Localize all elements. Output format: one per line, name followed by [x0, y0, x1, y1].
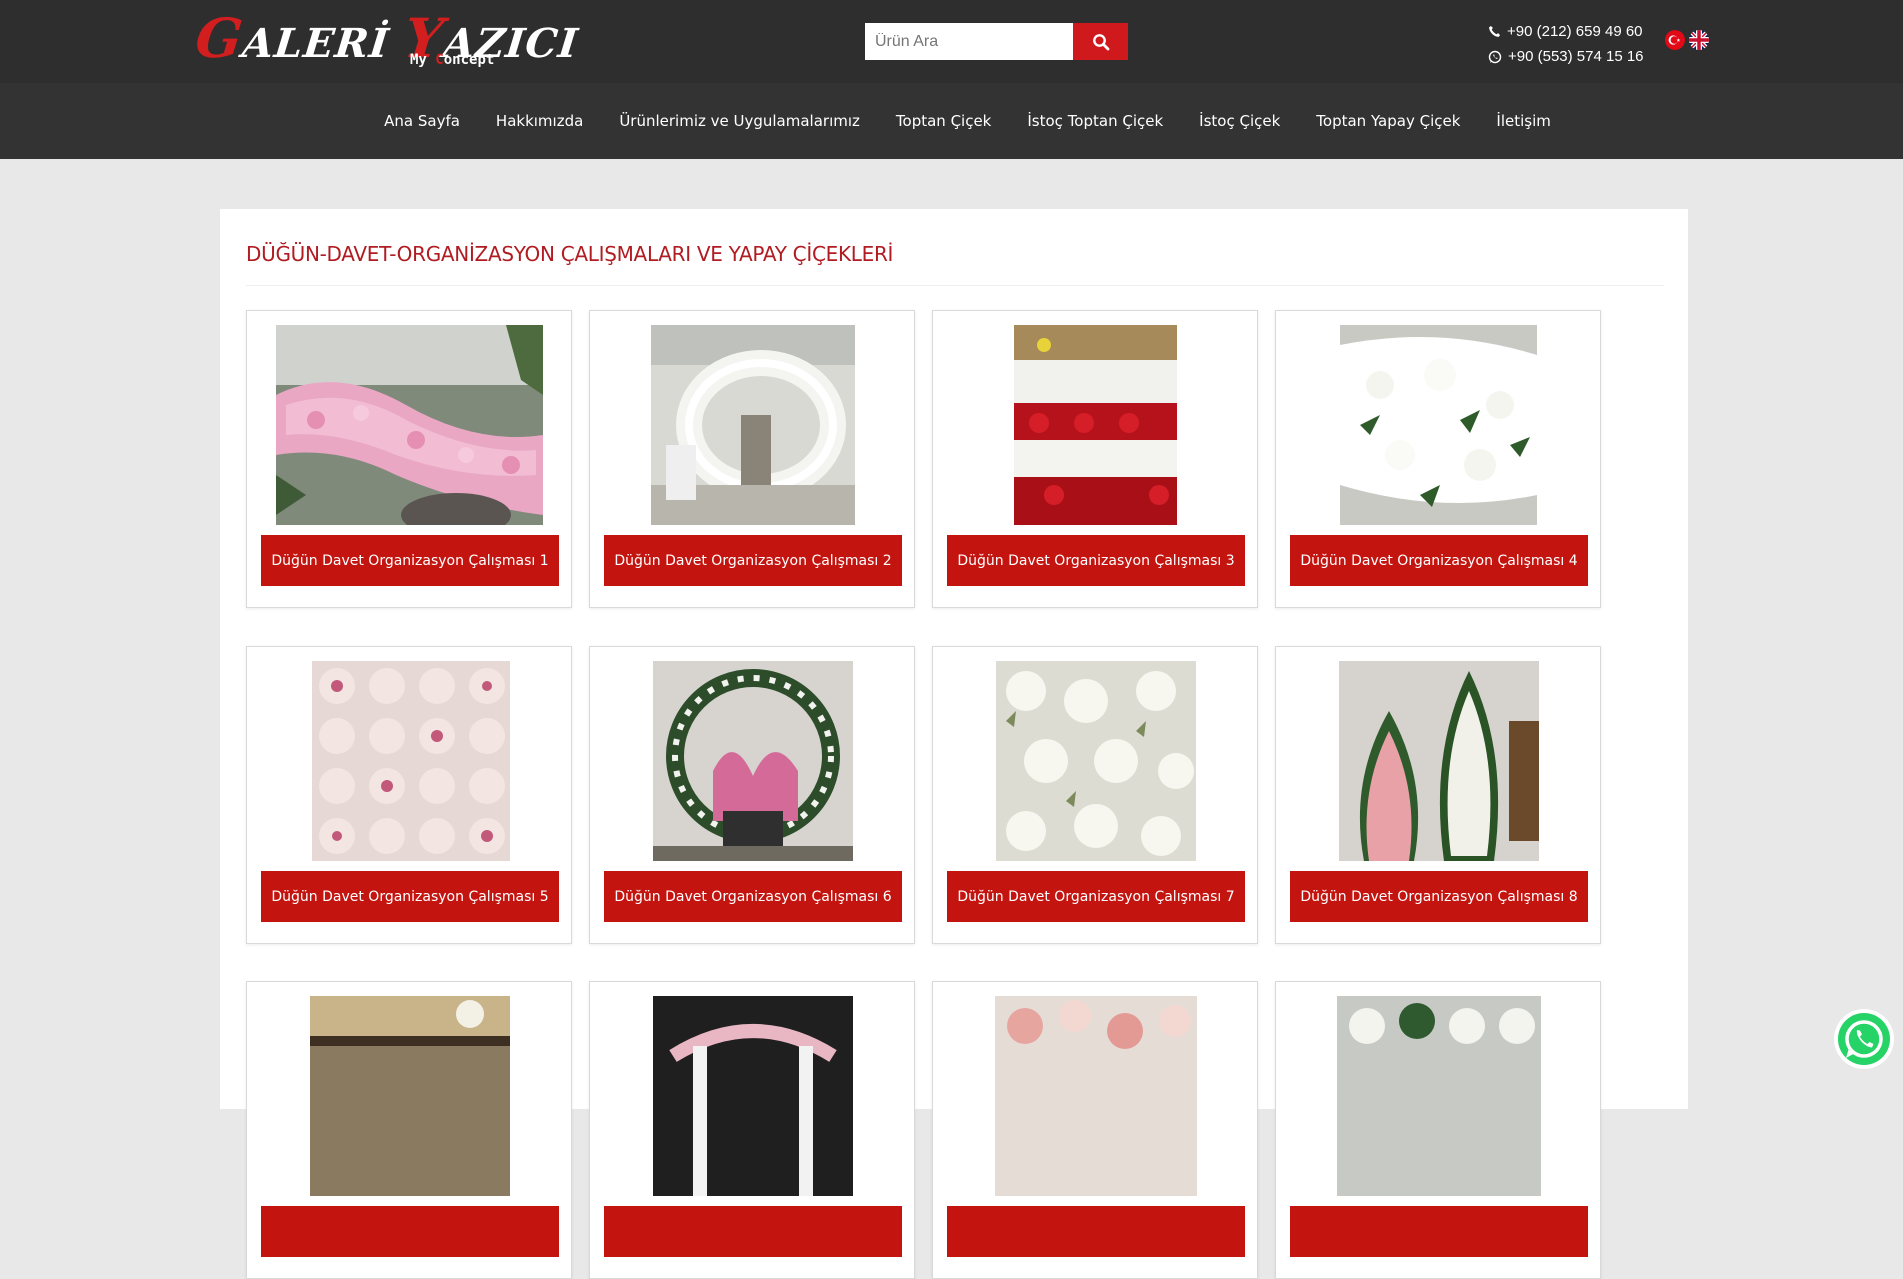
product-card[interactable]: Düğün Davet Organizasyon Çalışması 5 [246, 646, 572, 944]
product-image[interactable] [1340, 325, 1537, 525]
product-card[interactable]: Düğün Davet Organizasyon Çalışması 6 [589, 646, 915, 944]
nav-item-wholesale-artificial[interactable]: Toptan Yapay Çiçek [1316, 112, 1460, 130]
search-button[interactable] [1073, 23, 1128, 60]
product-image[interactable] [651, 325, 855, 525]
nav-item-products[interactable]: Ürünlerimiz ve Uygulamalarımız [619, 112, 860, 130]
product-button[interactable] [947, 1206, 1245, 1257]
product-image[interactable] [1339, 661, 1539, 861]
nav-item-about[interactable]: Hakkımızda [496, 112, 583, 130]
logo-tagline: My Concept [410, 52, 495, 68]
product-image[interactable] [653, 996, 853, 1196]
product-button[interactable] [261, 1206, 559, 1257]
product-image[interactable] [1337, 996, 1541, 1196]
contact-info: +90 (212) 659 49 60 +90 (553) 574 15 16 [1488, 19, 1644, 69]
product-card[interactable]: Düğün Davet Organizasyon Çalışması 8 [1275, 646, 1601, 944]
turkey-flag-icon[interactable] [1665, 30, 1685, 50]
whatsapp-float-button[interactable] [1833, 1008, 1895, 1070]
product-button[interactable] [604, 1206, 902, 1257]
nav-item-contact[interactable]: İletişim [1496, 112, 1550, 130]
product-button[interactable]: Düğün Davet Organizasyon Çalışması 3 [947, 535, 1245, 586]
product-button[interactable]: Düğün Davet Organizasyon Çalışması 6 [604, 871, 902, 922]
product-image[interactable] [276, 325, 543, 525]
product-card[interactable]: Düğün Davet Organizasyon Çalışması 4 [1275, 310, 1601, 608]
product-button[interactable] [1290, 1206, 1588, 1257]
nav-item-wholesale-flowers[interactable]: Toptan Çiçek [896, 112, 991, 130]
product-image[interactable] [653, 661, 853, 861]
whatsapp-small-icon [1488, 50, 1502, 63]
phone-number: +90 (212) 659 49 60 [1507, 23, 1643, 40]
product-card[interactable]: Düğün Davet Organizasyon Çalışması 1 [246, 310, 572, 608]
nav-item-home[interactable]: Ana Sayfa [384, 112, 460, 130]
product-card[interactable] [932, 981, 1258, 1279]
title-divider [246, 285, 1664, 286]
phone-contact[interactable]: +90 (212) 659 49 60 [1488, 19, 1644, 44]
product-image[interactable] [310, 996, 510, 1196]
product-card[interactable]: Düğün Davet Organizasyon Çalışması 3 [932, 310, 1258, 608]
product-card[interactable] [589, 981, 915, 1279]
product-button[interactable]: Düğün Davet Organizasyon Çalışması 8 [1290, 871, 1588, 922]
product-button[interactable]: Düğün Davet Organizasyon Çalışması 2 [604, 535, 902, 586]
search-input[interactable] [865, 23, 1073, 60]
whatsapp-icon [1834, 1009, 1894, 1069]
search-form [865, 23, 1128, 60]
product-image[interactable] [312, 661, 510, 861]
product-button[interactable]: Düğün Davet Organizasyon Çalışması 1 [261, 535, 559, 586]
nav-item-istoc-wholesale[interactable]: İstoç Toptan Çiçek [1027, 112, 1163, 130]
site-logo[interactable]: GALERİ YAZICI My Concept [193, 6, 581, 76]
language-switcher [1665, 30, 1709, 50]
whatsapp-number: +90 (553) 574 15 16 [1508, 48, 1644, 65]
product-card[interactable] [1275, 981, 1601, 1279]
uk-flag-icon[interactable] [1689, 30, 1709, 50]
product-image[interactable] [1014, 325, 1177, 525]
product-button[interactable]: Düğün Davet Organizasyon Çalışması 7 [947, 871, 1245, 922]
phone-icon [1489, 25, 1501, 37]
nav-menu: Ana Sayfa Hakkımızda Ürünlerimiz ve Uygu… [0, 83, 1903, 159]
logo-wordmark: GALERİ YAZICI [192, 6, 581, 70]
page-title: DÜĞÜN-DAVET-ORGANİZASYON ÇALIŞMALARI VE … [246, 242, 894, 266]
search-icon [1092, 33, 1109, 50]
nav-item-istoc-flowers[interactable]: İstoç Çiçek [1199, 112, 1280, 130]
main-navigation: Ana Sayfa Hakkımızda Ürünlerimiz ve Uygu… [0, 83, 1903, 159]
product-image[interactable] [995, 996, 1197, 1196]
top-header: GALERİ YAZICI My Concept +90 (212) 659 4… [0, 0, 1903, 83]
product-button[interactable]: Düğün Davet Organizasyon Çalışması 5 [261, 871, 559, 922]
content-panel: DÜĞÜN-DAVET-ORGANİZASYON ÇALIŞMALARI VE … [220, 209, 1688, 1279]
product-card[interactable]: Düğün Davet Organizasyon Çalışması 2 [589, 310, 915, 608]
product-card[interactable] [246, 981, 572, 1279]
product-card[interactable]: Düğün Davet Organizasyon Çalışması 7 [932, 646, 1258, 944]
product-button[interactable]: Düğün Davet Organizasyon Çalışması 4 [1290, 535, 1588, 586]
product-image[interactable] [996, 661, 1196, 861]
whatsapp-contact[interactable]: +90 (553) 574 15 16 [1488, 44, 1644, 69]
